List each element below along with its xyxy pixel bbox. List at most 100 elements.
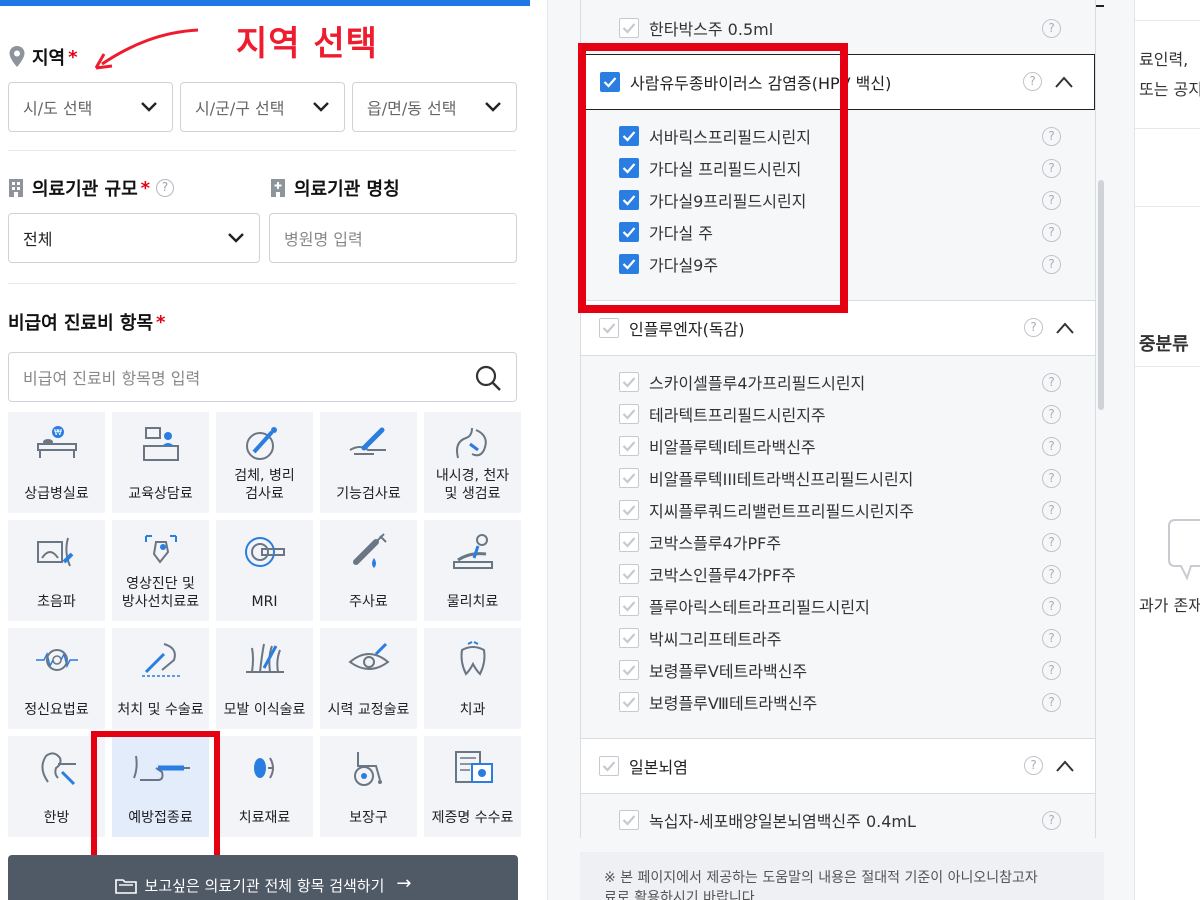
category-label: 주사료 (349, 593, 388, 611)
vaccine-item[interactable]: 녹십자-세포배양일본뇌염백신주 0.7mL? (619, 836, 1059, 838)
category-tile[interactable]: 제증명 수수료 (424, 736, 521, 837)
help-icon[interactable]: ? (1042, 373, 1061, 392)
help-icon[interactable]: ? (1042, 629, 1061, 648)
filter-panel: 지역 * 지역 선택 시/도 선택 시/군/구 선택 읍/면/동 선택 의료기관… (0, 0, 548, 900)
category-tile[interactable]: 교육상담료 (112, 412, 209, 513)
vaccine-item[interactable]: 녹십자-세포배양일본뇌염백신주 0.4mL? (619, 804, 1061, 836)
checkbox[interactable] (619, 500, 639, 520)
vaccine-item[interactable]: 비알플루텍III테트라백신프리필드시린지? (619, 462, 1061, 494)
divider (1135, 206, 1200, 207)
vaccine-item[interactable]: 보령플루Ⅷ테트라백신주? (619, 686, 1061, 718)
category-tile[interactable]: 시력 교정술료 (320, 628, 417, 729)
help-icon[interactable]: ? (1042, 597, 1061, 616)
help-icon[interactable]: ? (1042, 19, 1061, 38)
category-tile[interactable]: 내시경, 천자 및 생검료 (424, 412, 521, 513)
help-icon[interactable]: ? (1042, 223, 1061, 242)
vaccine-item[interactable]: 플루아릭스테트라프리필드시린지? (619, 590, 1061, 622)
help-icon[interactable]: ? (1042, 437, 1061, 456)
sigungu-select[interactable]: 시/군/구 선택 (180, 82, 345, 132)
category-tile[interactable]: 영상진단 및 방사선치료료 (112, 520, 209, 621)
help-icon[interactable]: ? (156, 179, 175, 197)
checkbox[interactable] (619, 372, 639, 392)
vaccine-item[interactable]: 비알플루텍I테트라백신주? (619, 430, 1061, 462)
checkbox[interactable] (619, 628, 639, 648)
vaccine-item[interactable]: 지씨플루쿼드리밸런트프리필드시린지주? (619, 494, 1061, 526)
checkbox[interactable] (619, 564, 639, 584)
scale-select[interactable]: 전체 (8, 213, 260, 263)
category-label-line: 기능검사료 (336, 486, 401, 502)
help-icon[interactable]: ? (1042, 565, 1061, 584)
category-tile[interactable]: MRI (216, 520, 313, 621)
nonbenefit-search-placeholder: 비급여 진료비 항목명 입력 (23, 369, 201, 388)
checkbox[interactable] (619, 532, 639, 552)
institution-name-label: 의료기관 명칭 (294, 179, 400, 200)
vaccine-item[interactable]: 박씨그리프테트라주? (619, 622, 1061, 654)
vaccine-item[interactable]: 한타박스주 0.5ml? (619, 12, 1061, 44)
category-label-line: 및 생검료 (444, 486, 501, 502)
help-icon[interactable]: ? (1042, 469, 1061, 488)
category-tile[interactable]: 검체, 병리 검사료 (216, 412, 313, 513)
checkbox[interactable] (599, 756, 619, 776)
checkbox[interactable] (619, 404, 639, 424)
help-icon[interactable]: ? (1042, 501, 1061, 520)
chevron-up-icon[interactable] (1055, 321, 1075, 335)
help-icon[interactable]: ? (1042, 159, 1061, 178)
help-icon[interactable]: ? (1042, 661, 1061, 680)
sido-select[interactable]: 시/도 선택 (8, 82, 173, 132)
scale-label-row: 의료기관 규모 * ? (8, 174, 175, 202)
vaccine-item[interactable]: 보령플루Ⅴ테트라백신주? (619, 654, 1061, 686)
category-label-line: 정신요법료 (24, 702, 89, 718)
checkbox[interactable] (619, 468, 639, 488)
help-notice: ※ 본 페이지에서 제공하는 도움말의 내용은 절대적 기준이 아니오니참고자 … (580, 852, 1104, 900)
help-icon[interactable]: ? (1042, 191, 1061, 210)
hospital-icon (271, 179, 285, 197)
category-tile[interactable]: 보장구 (320, 736, 417, 837)
category-tile[interactable]: 주사료 (320, 520, 417, 621)
building-icon (9, 179, 23, 197)
category-tile[interactable]: 치과 (424, 628, 521, 729)
category-label-line: 영상진단 및 (126, 576, 195, 592)
scrollbar-thumb[interactable] (1098, 180, 1104, 410)
vaccine-group-header[interactable]: 일본뇌염? (581, 738, 1095, 794)
checkbox[interactable] (619, 18, 639, 38)
chevron-down-icon (228, 233, 244, 243)
checkbox[interactable] (619, 436, 639, 456)
help-icon[interactable]: ? (1042, 405, 1061, 424)
help-icon[interactable]: ? (1042, 693, 1061, 712)
checkbox[interactable] (619, 810, 639, 830)
help-icon[interactable]: ? (1024, 756, 1043, 775)
checkbox[interactable] (619, 692, 639, 712)
category-tile[interactable]: 처치 및 수술료 (112, 628, 209, 729)
help-icon[interactable]: ? (1023, 72, 1042, 91)
category-tile[interactable]: 치료재료 (216, 736, 313, 837)
institution-name-input[interactable]: 병원명 입력 (269, 213, 517, 263)
eupmyeondong-select[interactable]: 읍/면/동 선택 (352, 82, 517, 132)
help-icon[interactable]: ? (1042, 255, 1061, 274)
checkbox[interactable] (619, 660, 639, 680)
arrow-right-icon: → (396, 873, 412, 894)
sido-select-value: 시/도 선택 (23, 99, 93, 118)
category-tile[interactable]: 모발 이식술료 (216, 628, 313, 729)
nonbenefit-search-input[interactable]: 비급여 진료비 항목명 입력 (8, 352, 517, 402)
category-tile[interactable]: 기능검사료 (320, 412, 417, 513)
help-icon[interactable]: ? (1042, 127, 1061, 146)
search-all-items-button[interactable]: 보고싶은 의료기관 전체 항목 검색하기 → (8, 855, 518, 900)
category-tile[interactable]: 물리치료 (424, 520, 521, 621)
vaccine-item[interactable]: 테라텍트프리필드시린지주? (619, 398, 1061, 430)
chevron-up-icon[interactable] (1054, 75, 1074, 89)
help-icon[interactable]: ? (1042, 533, 1061, 552)
help-icon[interactable]: ? (1042, 811, 1061, 830)
chevron-up-icon[interactable] (1055, 759, 1075, 773)
checkbox[interactable] (599, 318, 619, 338)
help-icon[interactable]: ? (1024, 318, 1043, 337)
vaccine-item[interactable]: 스카이셀플루4가프리필드시린지? (619, 366, 1061, 398)
vaccine-item[interactable]: 코박스플루4가PF주? (619, 526, 1061, 558)
category-tile[interactable]: 정신요법료 (8, 628, 105, 729)
vaccine-item[interactable]: 코박스인플루4가PF주? (619, 558, 1061, 590)
category-label-line: 치과 (459, 702, 486, 718)
search-icon[interactable] (474, 364, 502, 392)
category-tile[interactable]: 초음파 (8, 520, 105, 621)
divider (1135, 366, 1200, 367)
category-tile[interactable]: ₩ 상급병실료 (8, 412, 105, 513)
checkbox[interactable] (619, 596, 639, 616)
